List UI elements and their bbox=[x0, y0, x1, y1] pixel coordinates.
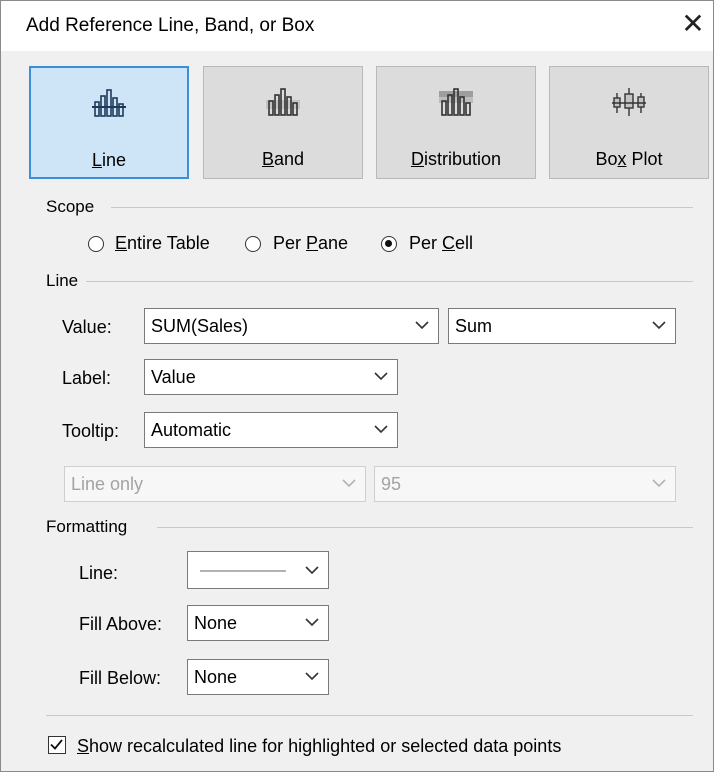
fill-below-label: Fill Below: bbox=[79, 668, 162, 688]
tooltip-select[interactable]: Automatic bbox=[144, 412, 398, 448]
scope-per-cell-label[interactable]: Per Cell bbox=[409, 233, 473, 254]
chevron-down-icon bbox=[342, 479, 356, 488]
distribution-type-button[interactable]: Distribution bbox=[376, 66, 536, 179]
box-plot-icon bbox=[612, 88, 646, 116]
scope-per-pane-label[interactable]: Per Pane bbox=[273, 233, 348, 254]
chevron-down-icon bbox=[374, 425, 388, 434]
chevron-down-icon bbox=[652, 479, 666, 488]
title-bar: Add Reference Line, Band, or Box ✕ bbox=[1, 1, 713, 51]
label-label: Label: bbox=[62, 368, 112, 388]
bottom-divider bbox=[46, 715, 693, 716]
recalculated-line-label[interactable]: Show recalculated line for highlighted o… bbox=[77, 736, 561, 757]
scope-heading: Scope bbox=[46, 197, 95, 216]
line-type-label: Line bbox=[91, 150, 127, 170]
chevron-down-icon bbox=[305, 618, 319, 627]
distribution-type-label: Distribution bbox=[410, 149, 502, 169]
line-style-select[interactable] bbox=[187, 551, 329, 589]
value-label: Value: bbox=[62, 317, 112, 337]
box-plot-type-label: Box Plot bbox=[595, 149, 663, 169]
fill-above-label: Fill Above: bbox=[79, 614, 163, 634]
fill-below-select[interactable]: None bbox=[187, 659, 329, 695]
band-type-label: Band bbox=[261, 149, 305, 169]
confidence-level-select[interactable]: 95 bbox=[374, 466, 676, 502]
close-icon[interactable]: ✕ bbox=[679, 10, 707, 38]
dialog-title: Add Reference Line, Band, or Box bbox=[26, 15, 315, 36]
aggregation-select[interactable]: Sum bbox=[448, 308, 676, 344]
chevron-down-icon bbox=[305, 566, 319, 575]
chevron-down-icon bbox=[374, 372, 388, 381]
chevron-down-icon bbox=[305, 672, 319, 681]
box-plot-type-button[interactable]: Box Plot bbox=[549, 66, 709, 179]
scope-per-pane-radio[interactable] bbox=[245, 236, 261, 252]
line-divider bbox=[86, 281, 693, 282]
chevron-down-icon bbox=[652, 321, 666, 330]
bar-band-icon bbox=[266, 88, 300, 116]
value-field-select[interactable]: SUM(Sales) bbox=[144, 308, 439, 344]
bar-distribution-icon bbox=[439, 88, 473, 116]
bar-line-icon bbox=[92, 89, 126, 117]
scope-divider bbox=[111, 207, 693, 208]
scope-per-cell-radio[interactable] bbox=[381, 236, 397, 252]
scope-entire-table-label[interactable]: Entire Table bbox=[115, 233, 210, 254]
line-style-swatch-icon bbox=[200, 570, 286, 572]
fill-above-select[interactable]: None bbox=[187, 605, 329, 641]
recalculated-line-checkbox[interactable] bbox=[48, 736, 66, 754]
reference-line-dialog: Add Reference Line, Band, or Box ✕ Line bbox=[0, 0, 714, 772]
line-heading: Line bbox=[46, 271, 79, 290]
format-line-label: Line: bbox=[79, 563, 119, 583]
scope-entire-table-radio[interactable] bbox=[88, 236, 104, 252]
tooltip-label: Tooltip: bbox=[62, 421, 120, 441]
formatting-divider bbox=[157, 527, 693, 528]
confidence-type-select[interactable]: Line only bbox=[64, 466, 366, 502]
band-type-button[interactable]: Band bbox=[203, 66, 363, 179]
formatting-heading: Formatting bbox=[46, 517, 128, 536]
checkmark-icon bbox=[50, 739, 63, 750]
label-select[interactable]: Value bbox=[144, 359, 398, 395]
chevron-down-icon bbox=[415, 321, 429, 330]
line-type-button[interactable]: Line bbox=[29, 66, 189, 179]
